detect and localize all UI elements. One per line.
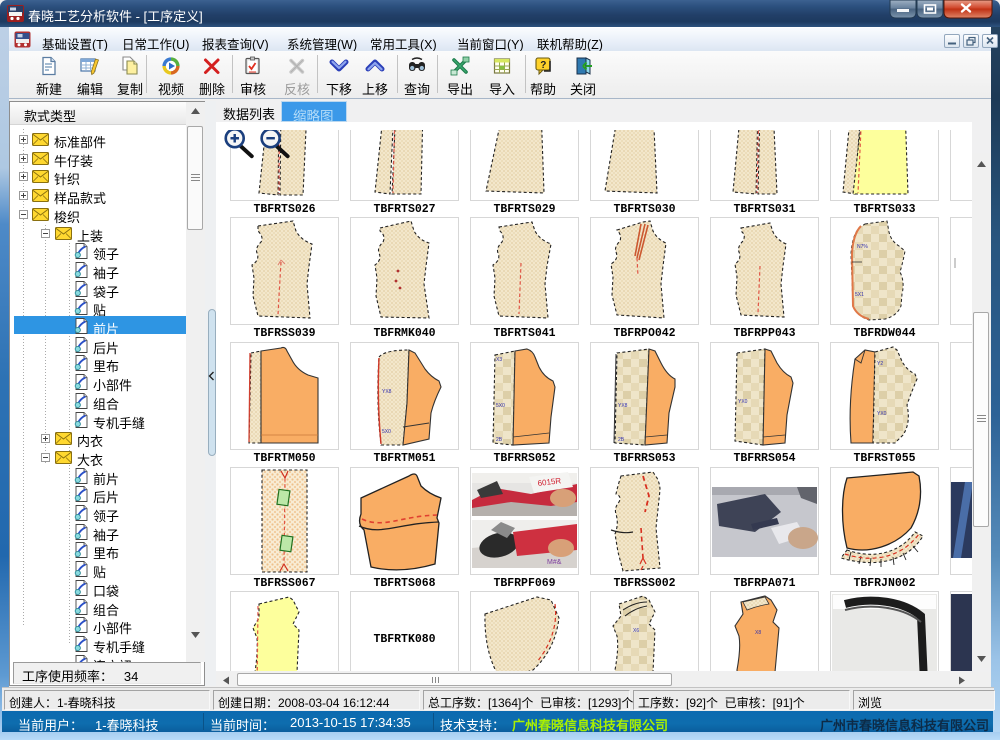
- svg-text:YX0: YX0: [877, 411, 887, 417]
- svg-text:YX8: YX8: [382, 389, 392, 395]
- svg-text:N7%: N7%: [857, 244, 868, 250]
- svg-text:5X0: 5X0: [496, 403, 505, 409]
- svg-text:2B: 2B: [618, 437, 625, 443]
- svg-text:YX0: YX0: [738, 399, 748, 405]
- svg-text:?: ?: [540, 60, 546, 71]
- svg-text:5X0: 5X0: [382, 429, 391, 435]
- svg-text:5X1: 5X1: [855, 292, 864, 298]
- svg-text:YX8: YX8: [618, 403, 628, 409]
- svg-text:M#&: M#&: [547, 559, 562, 566]
- svg-text:2B: 2B: [496, 437, 503, 443]
- svg-text:Y2: Y2: [877, 361, 883, 367]
- svg-text:X8: X8: [755, 630, 761, 636]
- svg-text:X3: X3: [496, 357, 502, 363]
- svg-text:X6: X6: [633, 628, 639, 634]
